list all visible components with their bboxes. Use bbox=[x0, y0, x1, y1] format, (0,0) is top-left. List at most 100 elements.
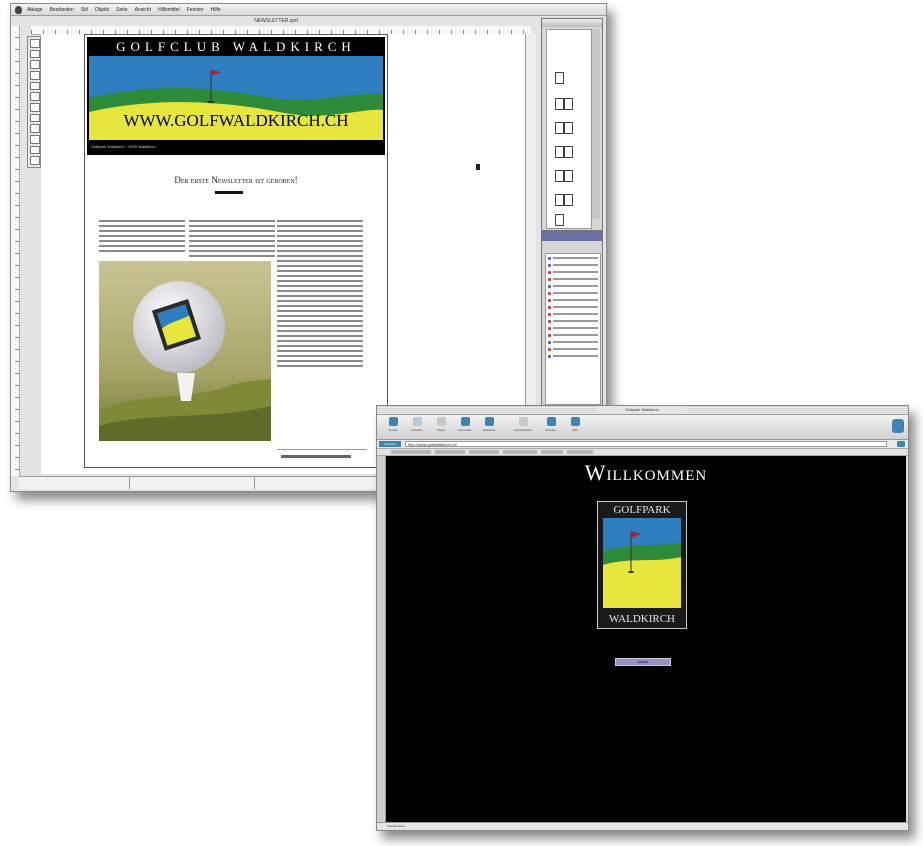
page-thumbnail[interactable] bbox=[555, 146, 564, 158]
page-thumbnail[interactable] bbox=[555, 72, 564, 84]
content-tool-icon[interactable] bbox=[30, 49, 40, 59]
mail-icon bbox=[570, 417, 580, 426]
text-column bbox=[189, 220, 275, 265]
go-icon[interactable] bbox=[897, 441, 905, 447]
autofill-button[interactable]: AutoAusfüllen bbox=[513, 417, 533, 437]
style-item[interactable] bbox=[548, 290, 598, 296]
page-thumbnail[interactable] bbox=[564, 170, 573, 182]
style-list bbox=[545, 253, 601, 405]
mouse-pointer-icon bbox=[476, 164, 480, 170]
link-tool-icon[interactable] bbox=[30, 113, 40, 123]
style-item[interactable] bbox=[548, 353, 598, 359]
reload-icon bbox=[460, 417, 470, 426]
picture-box-tool-icon[interactable] bbox=[30, 92, 40, 102]
style-item[interactable] bbox=[548, 304, 598, 310]
favorite-link[interactable] bbox=[391, 450, 431, 454]
menu-item[interactable]: Seite bbox=[116, 4, 127, 15]
golfpark-logo[interactable]: GOLFPARK WALDKIRCH bbox=[597, 501, 687, 629]
favorite-link[interactable] bbox=[541, 450, 563, 454]
back-button[interactable]: Zurück bbox=[383, 417, 403, 437]
newsletter-page[interactable]: GOLFCLUB WALDKIRCH WWW.GOLFWALDKIRCH.CH … bbox=[84, 34, 388, 468]
style-item[interactable] bbox=[548, 283, 598, 289]
page-thumbnail[interactable] bbox=[555, 214, 564, 226]
favorite-link[interactable] bbox=[435, 450, 465, 454]
scroll-track[interactable] bbox=[129, 477, 255, 489]
style-item[interactable] bbox=[548, 332, 598, 338]
text-column bbox=[277, 220, 363, 370]
menu-item[interactable]: Fenster bbox=[187, 4, 204, 15]
logo-bottom-text: WALDKIRCH bbox=[609, 613, 675, 625]
logo-top-text: GOLFPARK bbox=[613, 504, 670, 516]
browser-title-bar[interactable]: Golfpark Waldkirch bbox=[377, 406, 908, 415]
home-button[interactable]: Startseite bbox=[479, 417, 499, 437]
forward-arrow-icon bbox=[412, 417, 422, 426]
club-name: GOLFCLUB WALDKIRCH bbox=[116, 39, 356, 54]
autofill-icon bbox=[518, 417, 528, 426]
menu-item[interactable]: Ansicht bbox=[135, 4, 151, 15]
unlink-tool-icon[interactable] bbox=[30, 124, 40, 134]
palette-label bbox=[542, 243, 602, 251]
menu-item[interactable]: Ablage bbox=[27, 4, 43, 15]
style-item[interactable] bbox=[548, 276, 598, 282]
style-item[interactable] bbox=[548, 262, 598, 268]
palette-scrollbar[interactable] bbox=[592, 29, 600, 219]
page-thumbnail[interactable] bbox=[555, 122, 564, 134]
style-item[interactable] bbox=[548, 311, 598, 317]
page-layout-palette bbox=[541, 18, 603, 232]
menu-item[interactable]: Objekt bbox=[95, 4, 109, 15]
page-thumbnails bbox=[546, 29, 592, 229]
forward-button[interactable]: Vorwärts bbox=[407, 417, 427, 437]
enter-button[interactable]: ENTER bbox=[615, 658, 671, 666]
status-text: Internet-Zone bbox=[387, 824, 406, 828]
printer-icon bbox=[546, 417, 556, 426]
apple-menu-icon[interactable] bbox=[15, 6, 22, 14]
page-thumbnail[interactable] bbox=[555, 98, 564, 110]
page-indicator bbox=[19, 477, 130, 489]
style-item[interactable] bbox=[548, 339, 598, 345]
favorite-link[interactable] bbox=[567, 450, 593, 454]
table-tool-icon[interactable] bbox=[30, 135, 40, 144]
page-thumbnail[interactable] bbox=[555, 170, 564, 182]
line-tool-icon[interactable] bbox=[30, 103, 40, 112]
title-divider bbox=[215, 191, 243, 194]
style-sheets-palette bbox=[541, 230, 603, 412]
page-thumbnail[interactable] bbox=[564, 146, 573, 158]
pointer-tool-icon[interactable] bbox=[30, 39, 40, 48]
palette-title-bar[interactable] bbox=[542, 19, 602, 27]
rotate-tool-icon[interactable] bbox=[30, 60, 40, 70]
favorite-link[interactable] bbox=[469, 450, 499, 454]
menu-bar: Ablage Bearbeiten Stil Objekt Seite Ansi… bbox=[11, 4, 606, 16]
stop-icon bbox=[436, 417, 446, 426]
style-item[interactable] bbox=[548, 346, 598, 352]
style-item[interactable] bbox=[548, 255, 598, 261]
zoom-tool-icon[interactable] bbox=[30, 71, 40, 80]
text-column bbox=[99, 220, 185, 260]
style-item[interactable] bbox=[548, 269, 598, 275]
vertical-ruler[interactable] bbox=[11, 26, 20, 476]
explorer-sidebar-tab[interactable] bbox=[377, 456, 386, 822]
page-thumbnail[interactable] bbox=[564, 98, 573, 110]
mail-button[interactable]: Mail bbox=[565, 417, 585, 437]
stop-button[interactable]: Stopp bbox=[431, 417, 451, 437]
shape-tool-icon[interactable] bbox=[30, 145, 40, 155]
palette-title-bar[interactable] bbox=[542, 231, 602, 241]
reload-button[interactable]: Neu laden bbox=[455, 417, 475, 437]
url-input[interactable]: http://www.golfwaldkirch.ch/ bbox=[405, 441, 887, 447]
page-thumbnail[interactable] bbox=[555, 194, 564, 206]
style-item[interactable] bbox=[548, 325, 598, 331]
newsletter-title: Der erste Newsletter ist geboren! bbox=[174, 175, 298, 185]
page-thumbnail[interactable] bbox=[564, 194, 573, 206]
favorite-link[interactable] bbox=[503, 450, 537, 454]
style-item[interactable] bbox=[548, 318, 598, 324]
bezier-tool-icon[interactable] bbox=[30, 156, 40, 166]
style-item[interactable] bbox=[548, 297, 598, 303]
footer-rule bbox=[277, 449, 367, 450]
print-button[interactable]: Drucken bbox=[541, 417, 561, 437]
menu-item[interactable]: Stil bbox=[81, 4, 88, 15]
browser-toolbar: Zurück Vorwärts Stopp Neu laden Startsei… bbox=[377, 415, 908, 440]
menu-item[interactable]: Bearbeiten bbox=[50, 4, 74, 15]
page-thumbnail[interactable] bbox=[564, 122, 573, 134]
menu-item[interactable]: Hilfsmittel bbox=[158, 4, 180, 15]
menu-item[interactable]: Hilfe bbox=[211, 4, 221, 15]
text-box-tool-icon[interactable] bbox=[30, 81, 40, 91]
